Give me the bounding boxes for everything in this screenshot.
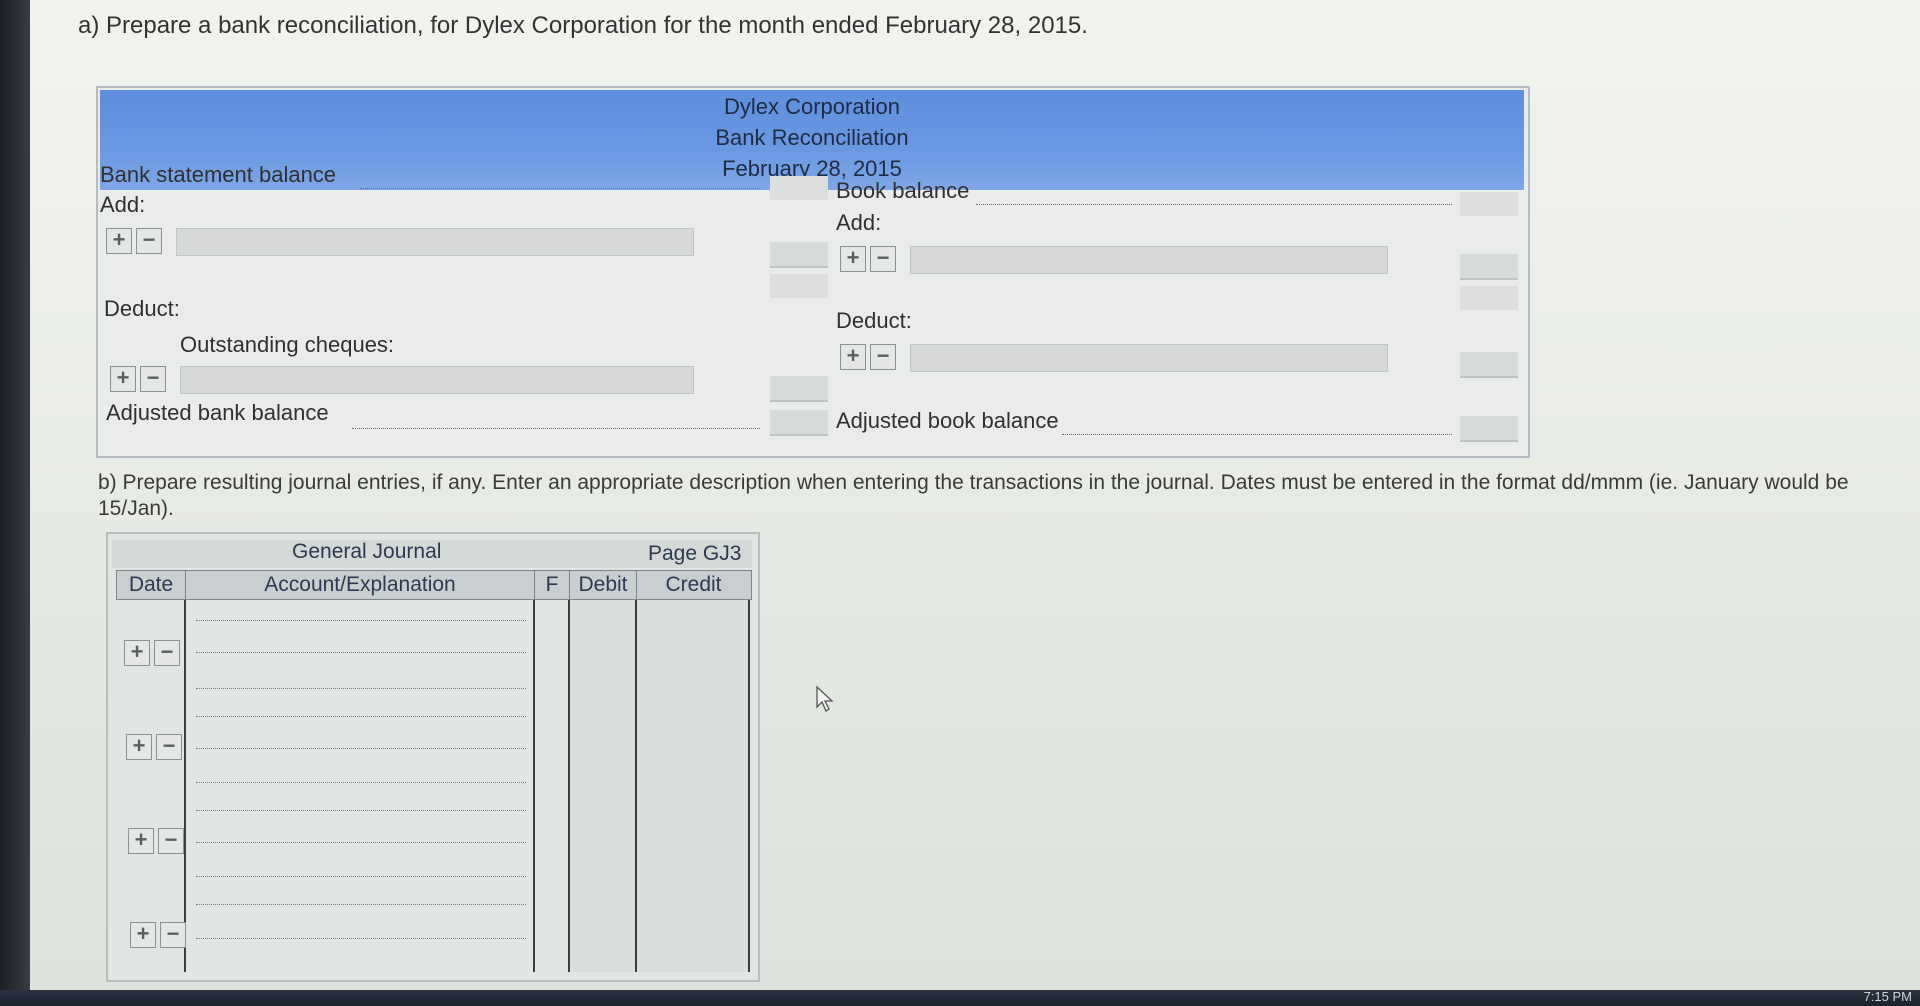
column-divider [568,600,570,972]
plus-icon[interactable]: + [130,922,156,948]
column-folio: F [535,571,570,599]
journal-line-input[interactable] [196,748,526,749]
credit-column-cells[interactable] [636,600,749,972]
plus-icon[interactable]: + [126,734,152,760]
minus-icon[interactable]: − [140,366,166,392]
outstanding-cheque-amount-input[interactable] [770,376,828,402]
journal-line-input[interactable] [196,782,526,783]
entry-3-row-controls: + − [128,828,184,854]
bank-add-row-controls: + − [106,228,162,254]
column-credit: Credit [665,573,722,596]
monitor-bezel [0,0,30,1006]
mouse-pointer-icon [816,685,834,712]
minus-icon[interactable]: − [154,640,180,666]
outstanding-cheques-label: Outstanding cheques: [180,332,395,357]
book-add-description-input[interactable] [910,246,1388,274]
column-divider [748,600,750,972]
journal-line-input[interactable] [196,904,526,905]
instruction-part-a: a) Prepare a bank reconciliation, for Dy… [78,12,1088,39]
debit-column-cells[interactable] [569,600,635,972]
journal-line-input[interactable] [196,876,526,877]
journal-line-input[interactable] [196,652,526,653]
plus-icon[interactable]: + [110,366,136,392]
book-add-amount-input[interactable] [1460,254,1518,280]
minus-icon[interactable]: − [160,922,186,948]
page-content: a) Prepare a bank reconciliation, for Dy… [30,0,1920,1006]
book-add-label: Add: [836,210,882,235]
book-balance-input[interactable] [1460,192,1518,216]
journal-body: + − + − + − + − [116,600,750,976]
bank-add-amount-input[interactable] [770,242,828,268]
taskbar: 7:15 PM [0,989,1920,1006]
adjusted-book-balance-label: Adjusted book balance [836,408,1059,433]
journal-title: General Journal [292,540,442,563]
bank-add-label: Add: [100,192,146,217]
journal-line-input[interactable] [196,688,526,689]
journal-page-number: Page GJ3 [648,542,742,565]
journal-column-headers: Date Account/Explanation F Debit Credit [116,570,752,600]
book-add-row-controls: + − [840,246,896,272]
adjusted-bank-balance-label: Adjusted bank balance [106,400,329,425]
instruction-part-b: b) Prepare resulting journal entries, if… [98,471,1849,520]
leader-dots [1062,434,1452,435]
bank-add-description-input[interactable] [176,228,694,256]
book-balance-label: Book balance [836,178,970,203]
company-name: Dylex Corporation [723,94,901,119]
book-deduct-row-controls: + − [840,344,896,370]
plus-icon[interactable]: + [124,640,150,666]
journal-line-input[interactable] [196,620,526,621]
plus-icon[interactable]: + [128,828,154,854]
minus-icon[interactable]: − [158,828,184,854]
minus-icon[interactable]: − [870,246,896,272]
statement-title: Bank Reconciliation [715,125,909,150]
entry-1-row-controls: + − [124,640,180,666]
plus-icon[interactable]: + [840,246,866,272]
entry-2-row-controls: + − [126,734,182,760]
book-deduct-description-input[interactable] [910,344,1388,372]
column-divider [184,600,186,972]
leader-dots [352,428,760,429]
column-divider [533,600,535,972]
plus-icon[interactable]: + [106,228,132,254]
system-clock: 7:15 PM [1863,989,1912,1004]
journal-line-input[interactable] [196,716,526,717]
bank-statement-balance-label: Bank statement balance [100,162,337,187]
column-divider [635,600,637,972]
column-debit: Debit [570,571,637,599]
bank-deduct-row-controls: + − [110,366,166,392]
minus-icon[interactable]: − [870,344,896,370]
journal-header: General Journal Page GJ3 [112,540,752,568]
general-journal: General Journal Page GJ3 Date Account/Ex… [106,532,760,982]
bank-add-subtotal[interactable] [770,274,828,298]
outstanding-cheque-input[interactable] [180,366,694,394]
adjusted-bank-balance-input[interactable] [770,410,828,436]
column-date: Date [117,571,186,599]
journal-line-input[interactable] [196,938,526,939]
book-add-subtotal[interactable] [1460,286,1518,310]
column-account: Account/Explanation [186,571,535,599]
minus-icon[interactable]: − [136,228,162,254]
leader-dots [360,188,760,189]
adjusted-book-balance-input[interactable] [1460,416,1518,442]
book-deduct-label: Deduct: [836,308,912,333]
bank-reconciliation-panel: Dylex Corporation Bank Reconciliation Fe… [96,86,1530,458]
bank-deduct-label: Deduct: [104,296,180,321]
plus-icon[interactable]: + [840,344,866,370]
bank-statement-balance-input[interactable] [770,176,828,200]
book-deduct-amount-input[interactable] [1460,352,1518,378]
leader-dots [976,204,1452,205]
journal-line-input[interactable] [196,842,526,843]
entry-4-row-controls: + − [130,922,186,948]
minus-icon[interactable]: − [156,734,182,760]
journal-line-input[interactable] [196,810,526,811]
